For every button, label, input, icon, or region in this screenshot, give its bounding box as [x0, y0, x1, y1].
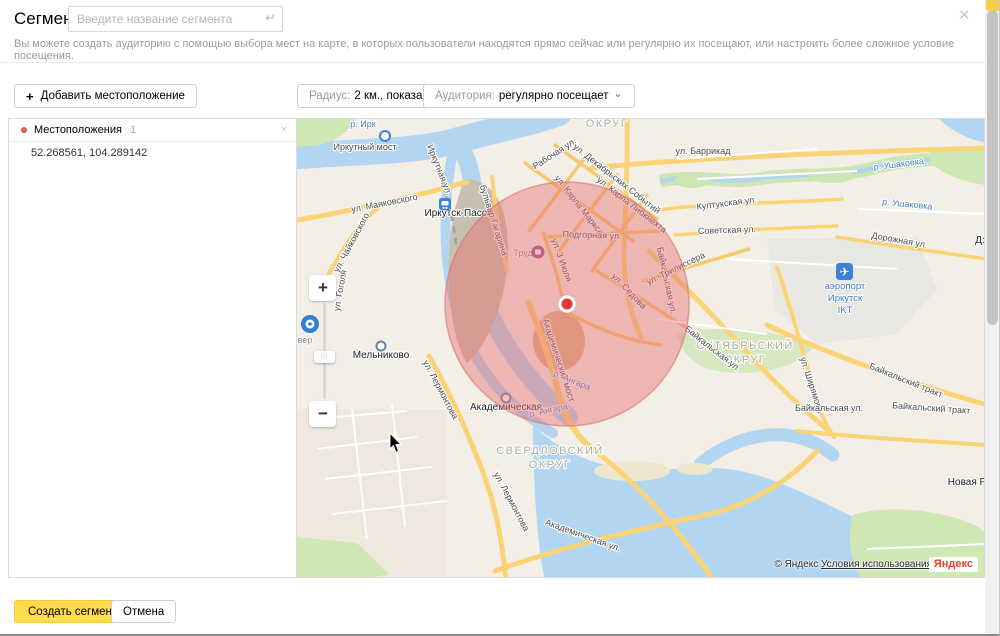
close-icon[interactable]: ✕ [958, 6, 971, 24]
map-label: IKT [838, 305, 853, 316]
audience-label: Аудитория: [435, 90, 495, 102]
location-list-item[interactable]: 52.268561, 104.289142 [9, 142, 296, 164]
zoom-slider-handle[interactable]: ||| [314, 351, 335, 363]
add-location-button[interactable]: + Добавить местоположение [14, 84, 197, 108]
dialog-description: Вы можете создать аудиторию с помощью вы… [14, 38, 964, 62]
radius-label: Радиус: [309, 90, 350, 102]
segment-dialog: Сегмент ↵ ✕ Вы можете создать аудиторию … [0, 0, 1000, 636]
locations-panel-header: Местоположения 1 ✕ [9, 119, 296, 142]
map-label: ОКРУГ [529, 459, 572, 471]
map-label: Байкальская ул. [795, 403, 863, 413]
map-svg: р. Ирк Иркутный мост Иркутная ул. ул. Ма… [297, 119, 984, 577]
map-label: р. Ирк [351, 119, 376, 129]
cancel-button[interactable]: Отмена [111, 600, 176, 623]
locations-count: 1 [130, 124, 136, 136]
map-label: Иркутный мост [334, 142, 397, 152]
map-label: аэропорт [825, 281, 866, 292]
map-label: Дз [976, 235, 984, 246]
zoom-out-button[interactable]: − [309, 401, 336, 427]
enter-icon: ↵ [265, 10, 276, 26]
map-label: ул. Баррикад [676, 146, 732, 156]
audience-dropdown[interactable]: Аудитория: регулярно посещает ⌄ [423, 84, 635, 108]
segment-name-input[interactable] [68, 6, 283, 32]
location-coordinates: 52.268561, 104.289142 [31, 147, 147, 159]
map-attribution: © Яндекс Условия использования [774, 559, 932, 570]
segment-name-field-wrap: ↵ [68, 6, 283, 32]
plus-icon: + [26, 89, 34, 104]
bridge-poi-icon [380, 131, 390, 141]
train-station-icon-window [442, 201, 449, 206]
locations-header-label: Местоположения [34, 124, 122, 136]
map-label: Иркутск [828, 293, 863, 304]
browser-scrollbar[interactable] [985, 0, 1000, 636]
map-label: Новая Р [948, 477, 984, 488]
yandex-logo[interactable]: Яндекс [929, 557, 978, 572]
remove-icon[interactable]: ✕ [281, 125, 288, 134]
scrollbar-thumb[interactable] [987, 10, 998, 325]
map-label: Советская ул. [698, 224, 756, 236]
zoom-in-button[interactable]: + [309, 275, 336, 301]
map-label: ОКРУГ [586, 119, 629, 130]
locations-panel: Местоположения 1 ✕ 52.268561, 104.289142 [9, 119, 297, 577]
map-label: СВЕРДЛОВСКИЙ [497, 444, 605, 457]
add-location-label: Добавить местоположение [41, 90, 185, 102]
audience-value: регулярно посещает [499, 90, 609, 102]
map-zoom-controls: + ||| − [309, 275, 339, 427]
location-dot-icon [21, 127, 27, 133]
airplane-icon: ✈ [840, 265, 850, 279]
terms-link[interactable]: Условия использования [821, 559, 932, 570]
map-canvas[interactable]: р. Ирк Иркутный мост Иркутная ул. ул. Ма… [297, 119, 984, 577]
radius-value: 2 км., показан [354, 90, 428, 102]
copyright-text: © Яндекс [774, 559, 818, 570]
map-label: Иркутск-Пасс. [425, 208, 490, 219]
chevron-down-icon: ⌄ [614, 90, 623, 98]
location-marker[interactable] [558, 295, 576, 313]
content-area: Местоположения 1 ✕ 52.268561, 104.289142 [8, 118, 985, 578]
map-label: Мельниково [353, 350, 410, 361]
divider [0, 62, 985, 63]
zoom-slider-track[interactable]: ||| [323, 303, 326, 399]
station-poi-icon [377, 342, 386, 351]
page-behind-fragment [986, 0, 1000, 11]
